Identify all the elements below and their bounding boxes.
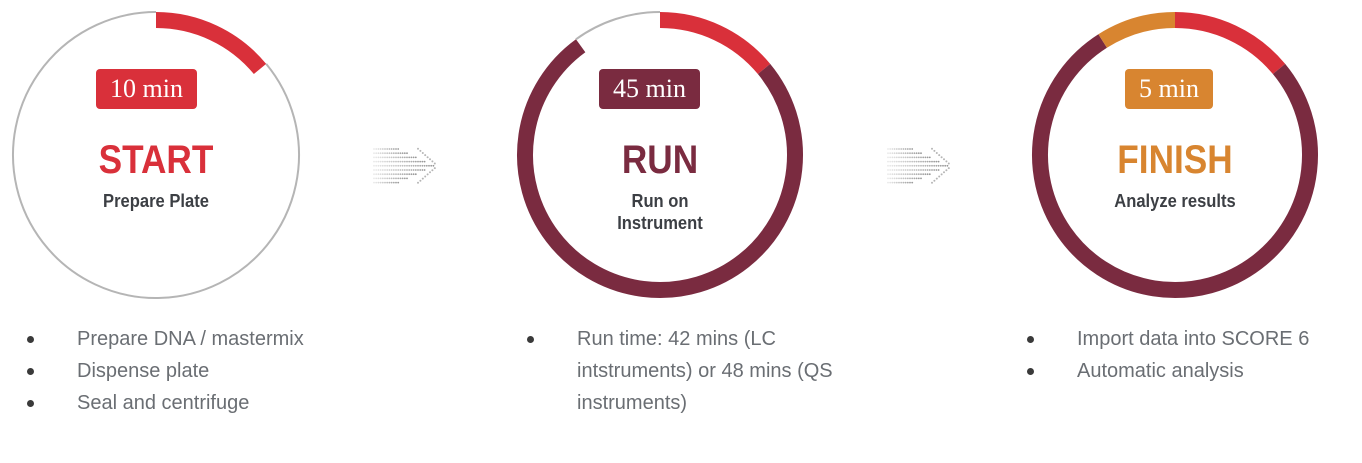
ring-segment-red bbox=[155, 12, 267, 75]
list-item: Automatic analysis bbox=[1024, 355, 1362, 387]
step-title-start: START bbox=[98, 138, 214, 182]
bullet-list-start: Prepare DNA / mastermix Dispense plate S… bbox=[24, 323, 384, 419]
dotted-arrow-icon bbox=[887, 147, 950, 184]
step-subtitle-start: Prepare Plate bbox=[103, 191, 209, 211]
step-title-run: RUN bbox=[621, 138, 699, 182]
bullet-list-run: Run time: 42 mins (LC intstruments) or 4… bbox=[524, 323, 854, 419]
bullet-list-finish: Import data into SCORE 6 Automatic analy… bbox=[1024, 323, 1362, 387]
time-badge-start: 10 min bbox=[96, 69, 197, 109]
ring-segment-orange bbox=[1098, 12, 1176, 48]
time-badge-finish: 5 min bbox=[1125, 69, 1213, 109]
step-finish: 5 min FINISH Analyze results Import data… bbox=[1000, 0, 1362, 463]
step-run: 45 min RUN Run on Instrument Run time: 4… bbox=[500, 0, 920, 463]
list-item: Import data into SCORE 6 bbox=[1024, 323, 1362, 355]
list-item: Seal and centrifuge bbox=[24, 387, 384, 419]
list-item: Run time: 42 mins (LC intstruments) or 4… bbox=[524, 323, 854, 419]
time-badge-run: 45 min bbox=[599, 69, 700, 109]
list-item: Dispense plate bbox=[24, 355, 384, 387]
step-title-finish: FINISH bbox=[1117, 138, 1233, 182]
dotted-arrow-icon bbox=[373, 147, 436, 184]
step-subtitle-finish: Analyze results bbox=[1114, 191, 1236, 211]
ring-segment-gray bbox=[575, 11, 661, 41]
step-subtitle-run: Run on Instrument bbox=[617, 191, 703, 233]
list-item: Prepare DNA / mastermix bbox=[24, 323, 384, 355]
ring-segment-red bbox=[659, 12, 771, 75]
step-start: 10 min START Prepare Plate Prepare DNA /… bbox=[0, 0, 420, 463]
ring-segment-red bbox=[1174, 12, 1286, 75]
